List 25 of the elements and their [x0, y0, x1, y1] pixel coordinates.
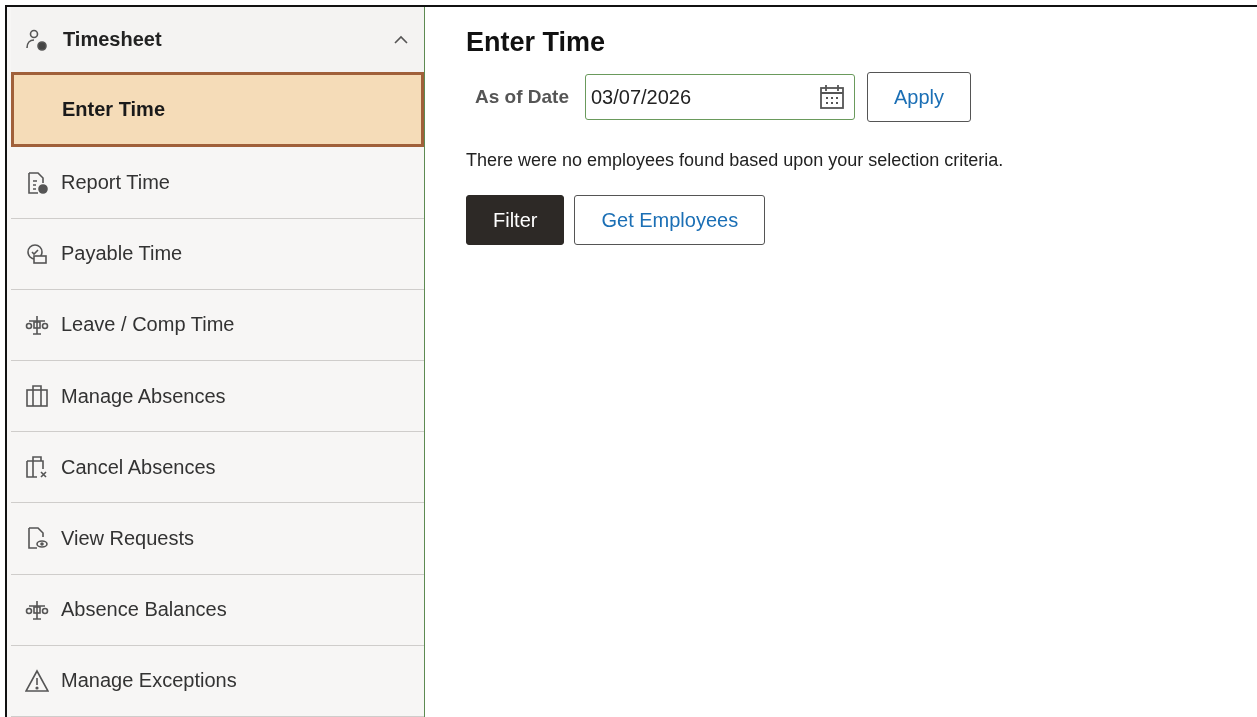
warning-icon: [25, 668, 49, 693]
briefcase-cross-icon: [25, 455, 49, 480]
nav-item[interactable]: Manage Exceptions: [11, 645, 424, 717]
briefcase-icon: [25, 384, 49, 409]
get-employees-button[interactable]: Get Employees: [574, 195, 766, 245]
section-title: Timesheet: [63, 28, 163, 52]
nav-item[interactable]: Manage Absences: [11, 361, 424, 433]
nav-item[interactable]: Payable Time: [11, 218, 424, 290]
clock-money-icon: [25, 241, 49, 266]
nav-item[interactable]: Leave / Comp Time: [11, 289, 424, 361]
calendar-icon: [817, 83, 846, 111]
document-eye-icon: [25, 526, 49, 551]
filter-button[interactable]: Filter: [466, 195, 565, 245]
info-message: There were no employees found based upon your selection criteria.: [466, 150, 1005, 171]
nav-item[interactable]: Report Time: [11, 147, 424, 219]
person-clock-icon: [25, 27, 49, 52]
nav-item[interactable]: View Requests: [11, 503, 424, 575]
nav-item[interactable]: Cancel Absences: [11, 432, 424, 504]
date-field[interactable]: 03/07/2026: [584, 74, 855, 120]
apply-button[interactable]: Apply: [866, 72, 971, 122]
date-label: As of Date: [475, 86, 569, 108]
page-title: Enter Time: [466, 27, 607, 58]
document-clock-icon: [25, 170, 49, 195]
nav-item[interactable]: Enter Time: [11, 72, 424, 148]
nav-item[interactable]: Absence Balances: [11, 574, 424, 646]
